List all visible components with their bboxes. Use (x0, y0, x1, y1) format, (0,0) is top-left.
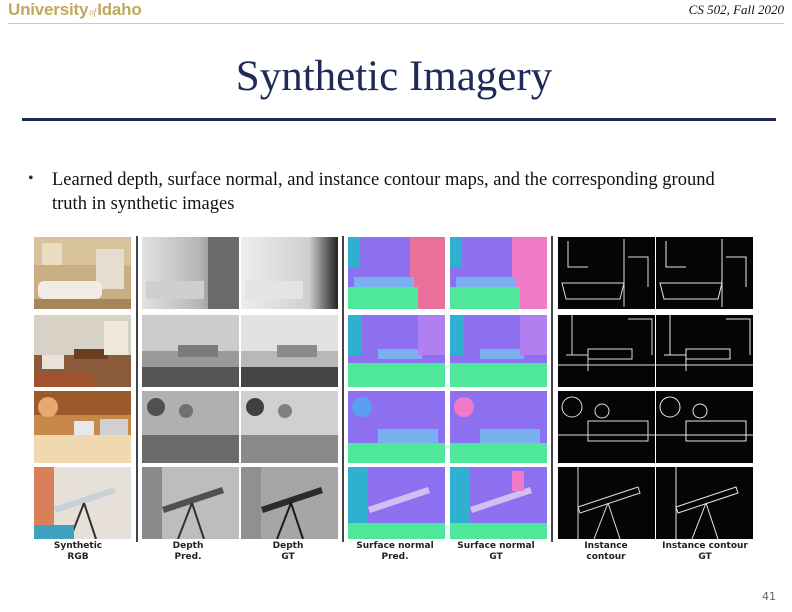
column-label-depth-gt: Depth GT (272, 541, 304, 562)
figure-cell-depth-pred (142, 391, 239, 463)
page-number: 41 (762, 590, 776, 603)
figure-cell-depth-gt (241, 315, 338, 387)
figure-cell-contour-pred (558, 237, 655, 309)
column-separator (342, 236, 344, 542)
figure-cell-depth-gt (241, 391, 338, 463)
column-label-normal-pred: Surface normal Pred. (356, 541, 434, 562)
figure-cell-normal-pred (348, 391, 445, 463)
figure-cell-depth-gt (241, 467, 338, 539)
figure-cell-rgb (34, 467, 131, 539)
figure-cell-contour-gt (656, 391, 753, 463)
figure-cell-depth-pred (142, 237, 239, 309)
column-label-rgb: Synthetic RGB (53, 541, 103, 562)
figure-cell-rgb (34, 315, 131, 387)
figure-grid: Synthetic RGB Depth Pred. Depth GT Surface … (0, 0, 792, 612)
figure-cell-normal-pred (348, 467, 445, 539)
column-label-contour-gt: Instance contour GT (662, 541, 748, 562)
column-separator (136, 236, 138, 542)
figure-cell-normal-gt (450, 391, 547, 463)
figure-cell-contour-gt (656, 315, 753, 387)
figure-cell-contour-gt (656, 467, 753, 539)
figure-cell-contour-pred (558, 391, 655, 463)
figure-cell-depth-pred (142, 467, 239, 539)
figure-cell-rgb (34, 391, 131, 463)
figure-cell-depth-pred (142, 315, 239, 387)
figure-cell-contour-pred (558, 467, 655, 539)
figure-cell-normal-gt (450, 467, 547, 539)
figure-cell-contour-gt (656, 237, 753, 309)
figure-cell-normal-pred (348, 237, 445, 309)
figure-cell-normal-gt (450, 315, 547, 387)
column-label-normal-gt: Surface normal GT (457, 541, 535, 562)
figure-cell-depth-gt (241, 237, 338, 309)
figure-cell-contour-pred (558, 315, 655, 387)
figure-cell-normal-gt (450, 237, 547, 309)
column-separator (551, 236, 553, 542)
column-label-depth-pred: Depth Pred. (172, 541, 204, 562)
column-label-contour-pred: Instance contour (584, 541, 628, 562)
figure-cell-normal-pred (348, 315, 445, 387)
figure-cell-rgb (34, 237, 131, 309)
